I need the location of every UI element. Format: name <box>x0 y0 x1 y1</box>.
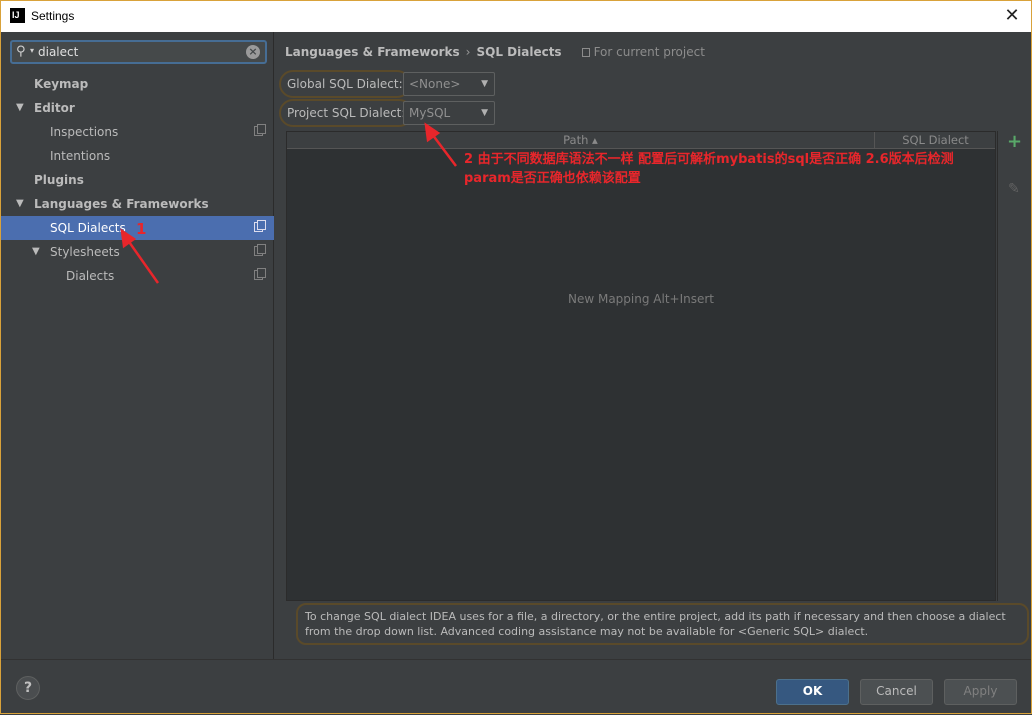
settings-content: Languages & Frameworks › SQL Dialects For c… <box>275 32 1031 659</box>
table-empty-text: New Mapping Alt+Insert <box>567 292 715 306</box>
chevron-down-icon[interactable]: ▼ <box>481 73 488 95</box>
project-dialect-label: Project SQL Dialect: <box>279 99 414 127</box>
tree-item-editor[interactable]: ▼ Editor <box>1 96 274 120</box>
search-history-dropdown-icon[interactable]: ▾ <box>30 46 34 55</box>
tree-item-label: Inspections <box>50 125 119 139</box>
project-level-icon <box>254 220 266 232</box>
project-dialect-select[interactable]: MySQL ▼ <box>403 101 495 125</box>
search-input[interactable] <box>38 43 238 61</box>
help-button[interactable]: ? <box>16 676 40 700</box>
project-level-icon <box>254 124 266 136</box>
cancel-button[interactable]: Cancel <box>860 679 933 705</box>
search-icon[interactable]: ⚲ <box>16 44 26 59</box>
breadcrumb-separator-icon: › <box>465 45 471 59</box>
tree-item-label: Languages & Frameworks <box>34 197 209 211</box>
help-description: To change SQL dialect IDEA uses for a fi… <box>296 603 1029 645</box>
tree-item-dialects[interactable]: Dialects <box>1 264 274 288</box>
tree-item-intentions[interactable]: Intentions <box>1 144 274 168</box>
tree-item-label: Stylesheets <box>50 245 120 259</box>
tree-item-keymap[interactable]: Keymap <box>1 72 274 96</box>
dialog-footer: ? OK Cancel Apply <box>1 659 1031 713</box>
column-sql-dialect-header[interactable]: SQL Dialect <box>876 132 995 148</box>
scope-label: For current project <box>593 45 705 59</box>
tree-item-languages-frameworks[interactable]: ▼ Languages & Frameworks <box>1 192 274 216</box>
close-icon[interactable]: ✕ <box>1001 5 1023 27</box>
tree-item-label: Editor <box>34 101 75 115</box>
project-level-icon <box>254 244 266 256</box>
settings-search[interactable]: ⚲ ▾ × <box>10 40 267 64</box>
table-header: Path ▴ SQL Dialect <box>287 132 995 149</box>
breadcrumb-current: SQL Dialects <box>476 45 562 59</box>
global-dialect-value: <None> <box>409 77 461 91</box>
project-scope-icon <box>581 48 590 57</box>
settings-sidebar: ⚲ ▾ × Keymap ▼ Editor Inspections Intent… <box>1 32 274 659</box>
intellij-app-icon: IJ <box>10 8 25 23</box>
settings-tree: Keymap ▼ Editor Inspections Intentions P… <box>1 72 274 288</box>
project-level-icon <box>254 268 266 280</box>
global-dialect-select[interactable]: <None> ▼ <box>403 72 495 96</box>
tree-item-inspections[interactable]: Inspections <box>1 120 274 144</box>
dialect-mapping-table[interactable]: Path ▴ SQL Dialect New Mapping Alt+Inser… <box>286 131 996 601</box>
column-path-header[interactable]: Path ▴ <box>287 132 875 148</box>
project-dialect-value: MySQL <box>409 106 451 120</box>
tree-item-label: Dialects <box>66 269 115 283</box>
tree-item-label: Keymap <box>34 77 89 91</box>
clear-search-icon[interactable]: × <box>246 45 260 59</box>
expanded-triangle-icon[interactable]: ▼ <box>16 192 24 216</box>
tree-item-label: Plugins <box>34 173 84 187</box>
expanded-triangle-icon[interactable]: ▼ <box>32 240 40 264</box>
annotation-label-1: 1 <box>136 220 147 238</box>
tree-item-stylesheets[interactable]: ▼ Stylesheets <box>1 240 274 264</box>
table-toolbar: + ✎ <box>997 131 1031 601</box>
tree-item-label: SQL Dialects <box>50 221 126 235</box>
settings-dialog: IJ Settings ✕ ⚲ ▾ × Keymap ▼ Editor Insp… <box>0 0 1032 714</box>
edit-pencil-icon[interactable]: ✎ <box>1008 181 1020 197</box>
annotation-label-2-line1: 2 由于不同数据库语法不一样 配置后可解析mybatis的sql是否正确 2.6… <box>464 152 954 167</box>
chevron-down-icon[interactable]: ▼ <box>481 102 488 124</box>
apply-button[interactable]: Apply <box>944 679 1017 705</box>
ok-button[interactable]: OK <box>776 679 849 705</box>
window-title: Settings <box>31 9 75 23</box>
breadcrumb: Languages & Frameworks › SQL Dialects For c… <box>285 45 705 59</box>
expanded-triangle-icon[interactable]: ▼ <box>16 96 24 120</box>
tree-item-plugins[interactable]: Plugins <box>1 168 274 192</box>
tree-item-label: Intentions <box>50 149 111 163</box>
annotation-label-2-line2: param是否正确也依赖该配置 <box>464 171 641 186</box>
breadcrumb-parent[interactable]: Languages & Frameworks <box>285 45 460 59</box>
title-bar: IJ Settings ✕ <box>1 1 1031 32</box>
add-icon[interactable]: + <box>1007 131 1022 152</box>
global-dialect-label: Global SQL Dialect: <box>279 70 411 98</box>
